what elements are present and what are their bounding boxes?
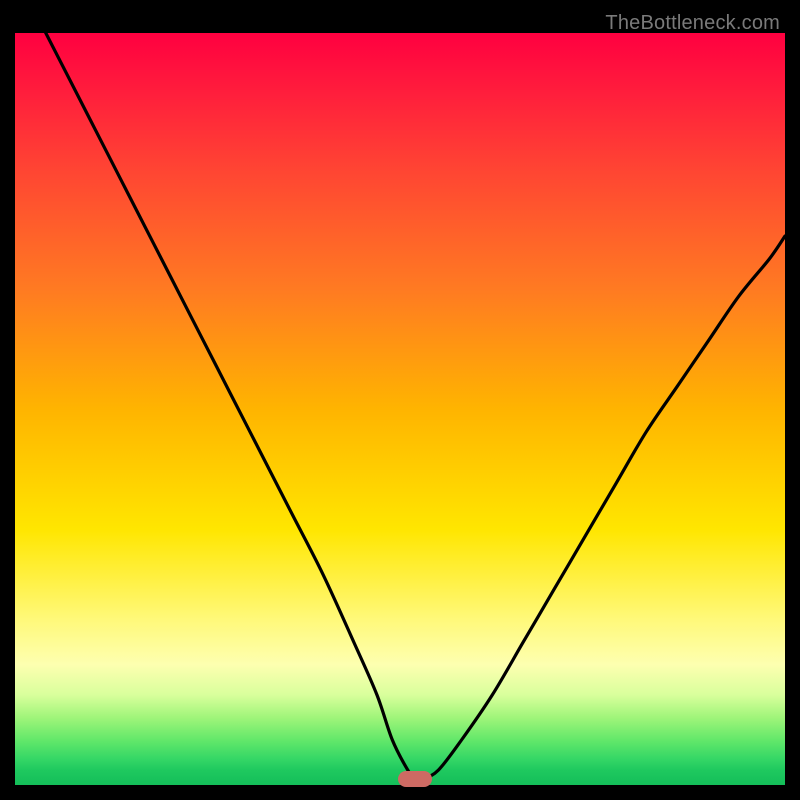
- optimum-marker: [398, 771, 432, 787]
- chart-frame: TheBottleneck.com: [15, 15, 785, 785]
- bottleneck-curve: [15, 33, 785, 785]
- watermark-text: TheBottleneck.com: [605, 12, 780, 35]
- plot-area: [15, 33, 785, 785]
